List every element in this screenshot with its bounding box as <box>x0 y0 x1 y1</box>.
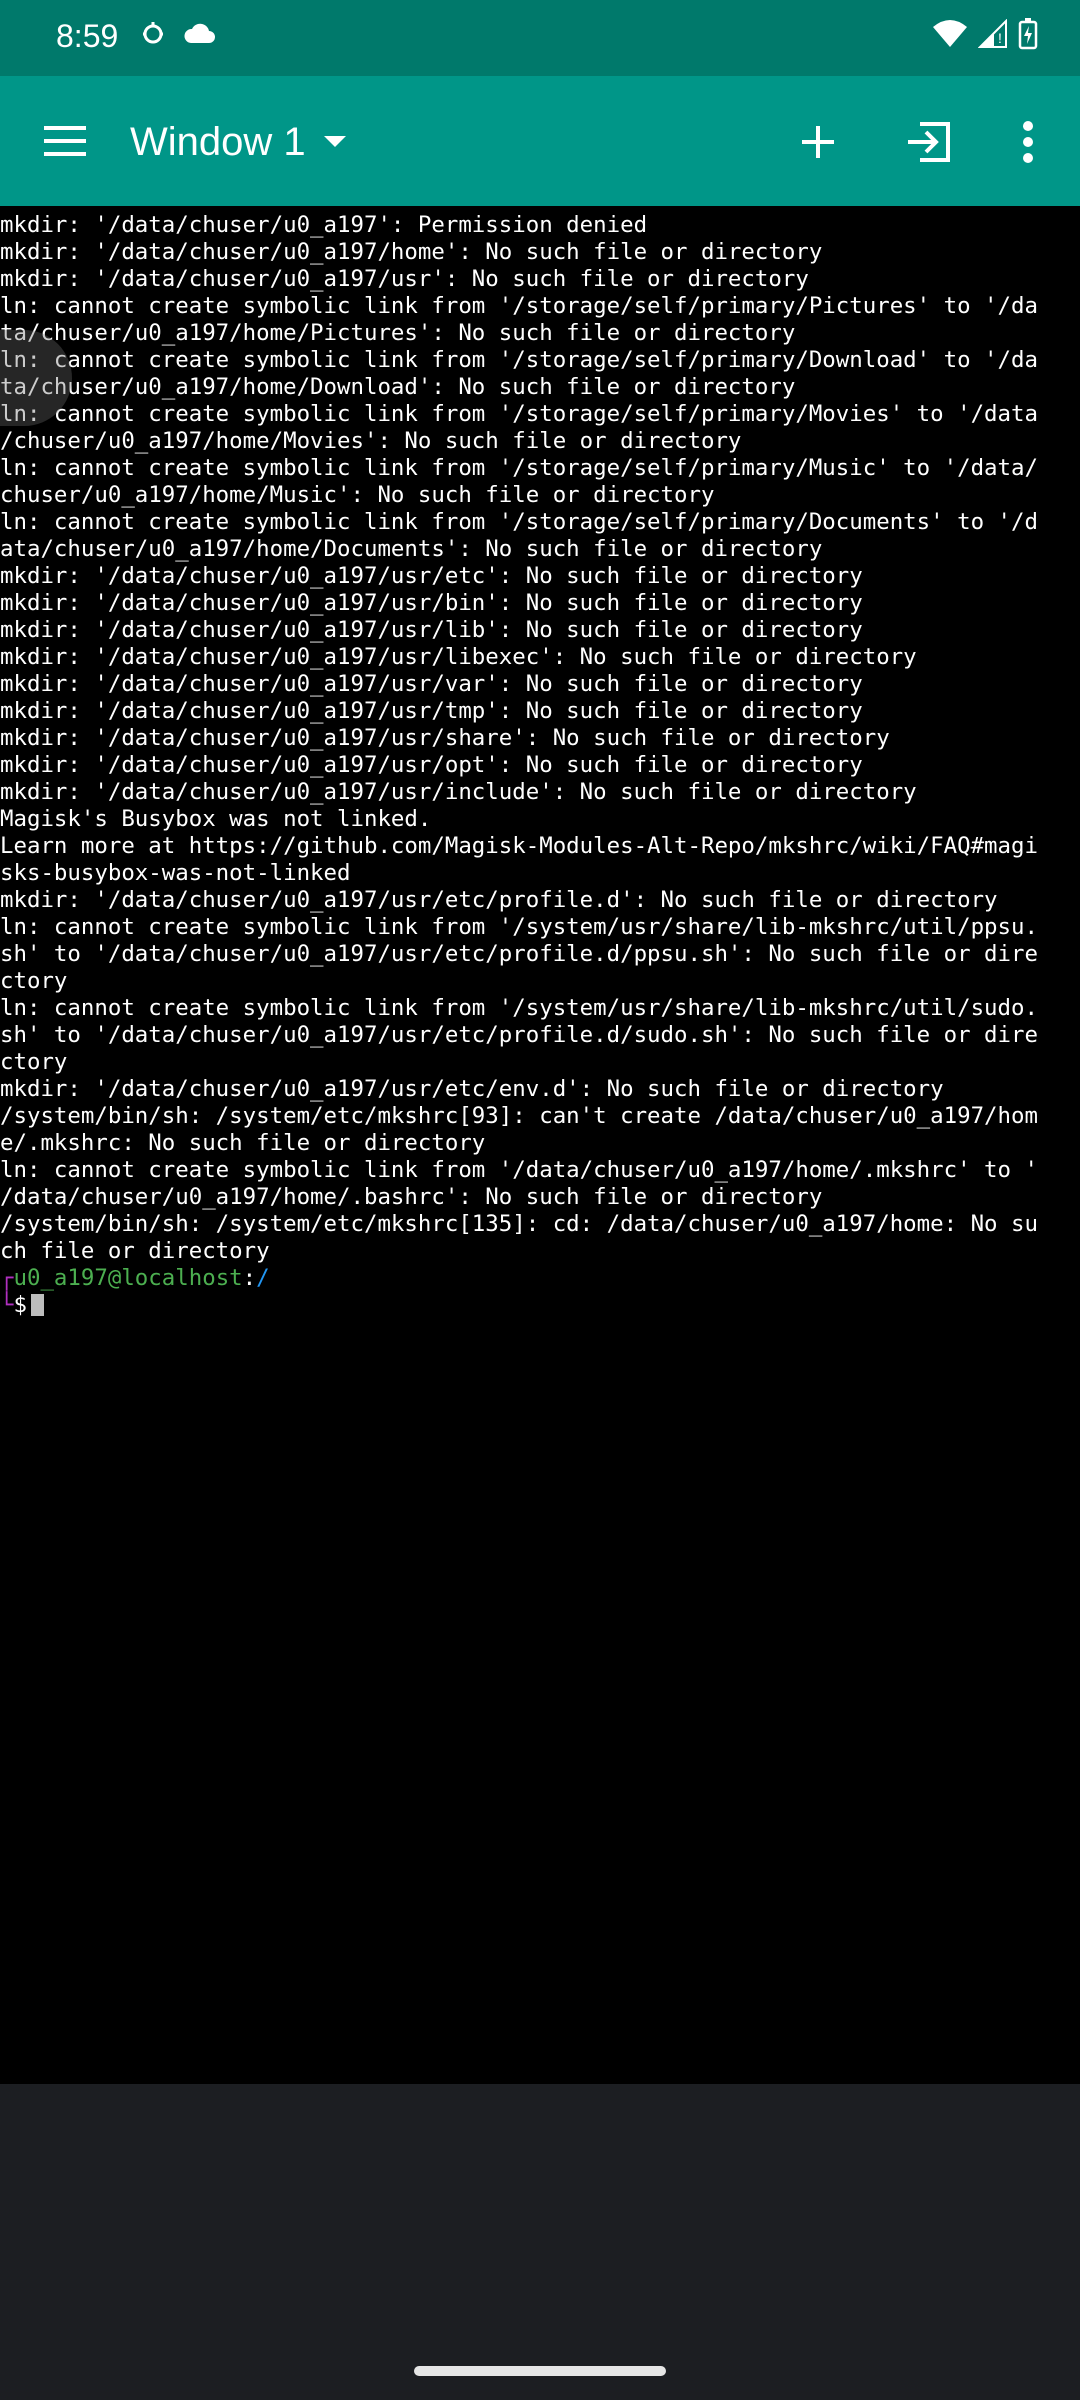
signal-icon: ! <box>977 18 1008 53</box>
terminal-line: /chuser/u0_a197/home/Movies': No such fi… <box>0 428 742 454</box>
terminal-line: ln: cannot create symbolic link from '/s… <box>0 293 1038 319</box>
prompt-colon: : <box>242 1265 257 1291</box>
terminal-line: ch file or directory <box>0 1238 270 1264</box>
status-bar: 8:59 ! <box>0 0 1080 76</box>
terminal-line: mkdir: '/data/chuser/u0_a197/usr/etc/pro… <box>0 887 998 913</box>
menu-button[interactable] <box>40 116 90 166</box>
terminal-line: ln: cannot create symbolic link from '/s… <box>0 347 1038 373</box>
prompt-corner-top: ┌ <box>0 1265 14 1291</box>
terminal-line: /system/bin/sh: /system/etc/mkshrc[93]: … <box>0 1103 1038 1129</box>
status-time: 8:59 <box>56 18 119 54</box>
status-left-icons <box>140 20 216 50</box>
wifi-icon <box>932 19 968 53</box>
terminal-line: mkdir: '/data/chuser/u0_a197/usr/tmp': N… <box>0 698 863 724</box>
exit-icon <box>908 122 950 162</box>
terminal-line: ctory <box>0 968 68 994</box>
terminal-line: mkdir: '/data/chuser/u0_a197/usr/libexec… <box>0 644 917 670</box>
terminal-line: mkdir: '/data/chuser/u0_a197/usr/etc/env… <box>0 1076 944 1102</box>
terminal-line: sh' to '/data/chuser/u0_a197/usr/etc/pro… <box>0 1022 1038 1048</box>
terminal-line: mkdir: '/data/chuser/u0_a197/usr/opt': N… <box>0 752 863 778</box>
terminal-line: mkdir: '/data/chuser/u0_a197/usr/etc': N… <box>0 563 863 589</box>
terminal-line: mkdir: '/data/chuser/u0_a197/usr/share':… <box>0 725 890 751</box>
terminal-line: mkdir: '/data/chuser/u0_a197/usr/var': N… <box>0 671 863 697</box>
terminal-line: ln: cannot create symbolic link from '/s… <box>0 995 1038 1021</box>
terminal-line: ln: cannot create symbolic link from '/d… <box>0 1157 1038 1183</box>
terminal-line: ta/chuser/u0_a197/home/Download': No suc… <box>0 374 796 400</box>
terminal-line: ata/chuser/u0_a197/home/Documents': No s… <box>0 536 823 562</box>
battery-charging-icon <box>1018 18 1038 54</box>
prompt-path: / <box>256 1265 270 1291</box>
hamburger-menu-icon <box>44 126 86 156</box>
window-selector[interactable]: Window 1 <box>130 114 348 170</box>
terminal-line: Magisk's Busybox was not linked. <box>0 806 432 832</box>
exit-button[interactable] <box>902 114 958 170</box>
terminal-line: mkdir: '/data/chuser/u0_a197/usr/bin': N… <box>0 590 863 616</box>
terminal-view[interactable]: mkdir: '/data/chuser/u0_a197': Permissio… <box>0 206 1080 2084</box>
prompt-input-line[interactable]: └$ <box>0 1292 1080 1319</box>
bottom-area <box>0 2084 1080 2400</box>
prompt-user-host: u0_a197@localhost <box>13 1265 243 1291</box>
text-cursor <box>30 1294 44 1316</box>
prompt-line: ┌u0_a197@localhost:/ <box>0 1265 1080 1292</box>
terminal-line: Learn more at https://github.com/Magisk-… <box>0 833 1038 859</box>
dropdown-arrow-icon <box>323 136 346 147</box>
terminal-line: mkdir: '/data/chuser/u0_a197': Permissio… <box>0 212 648 238</box>
home-indicator[interactable] <box>414 2366 666 2376</box>
terminal-output: mkdir: '/data/chuser/u0_a197': Permissio… <box>0 212 1080 1265</box>
add-window-button[interactable] <box>790 114 846 170</box>
terminal-line: e/.mkshrc: No such file or directory <box>0 1130 486 1156</box>
add-icon <box>802 126 834 158</box>
terminal-line: ctory <box>0 1049 68 1075</box>
terminal-line: sks-busybox-was-not-linked <box>0 860 351 886</box>
terminal-line: mkdir: '/data/chuser/u0_a197/home': No s… <box>0 239 823 265</box>
terminal-line: ln: cannot create symbolic link from '/s… <box>0 914 1038 940</box>
prompt-symbol: $ <box>13 1292 27 1318</box>
terminal-line: ln: cannot create symbolic link from '/s… <box>0 509 1038 535</box>
terminal-line: ta/chuser/u0_a197/home/Pictures': No suc… <box>0 320 796 346</box>
more-vert-icon <box>1023 121 1033 163</box>
status-right-icons: ! <box>932 18 1038 54</box>
terminal-line: mkdir: '/data/chuser/u0_a197/usr/include… <box>0 779 917 805</box>
terminal-line: mkdir: '/data/chuser/u0_a197/usr': No su… <box>0 266 809 292</box>
terminal-line: mkdir: '/data/chuser/u0_a197/usr/lib': N… <box>0 617 863 643</box>
svg-text:!: ! <box>998 30 1002 46</box>
terminal-line: sh' to '/data/chuser/u0_a197/usr/etc/pro… <box>0 941 1038 967</box>
terminal-line: ln: cannot create symbolic link from '/s… <box>0 455 1038 481</box>
terminal-line: ln: cannot create symbolic link from '/s… <box>0 401 1038 427</box>
terminal-line: /data/chuser/u0_a197/home/.bashrc': No s… <box>0 1184 823 1210</box>
prompt-corner-bottom: └ <box>0 1292 14 1318</box>
app-bar: Window 1 <box>0 76 1080 206</box>
cloud-icon <box>182 21 216 49</box>
terminal-line: chuser/u0_a197/home/Music': No such file… <box>0 482 715 508</box>
more-options-button[interactable] <box>1000 114 1056 170</box>
window-title: Window 1 <box>130 120 306 164</box>
android-debug-icon <box>140 20 166 50</box>
terminal-line: /system/bin/sh: /system/etc/mkshrc[135]:… <box>0 1211 1038 1237</box>
